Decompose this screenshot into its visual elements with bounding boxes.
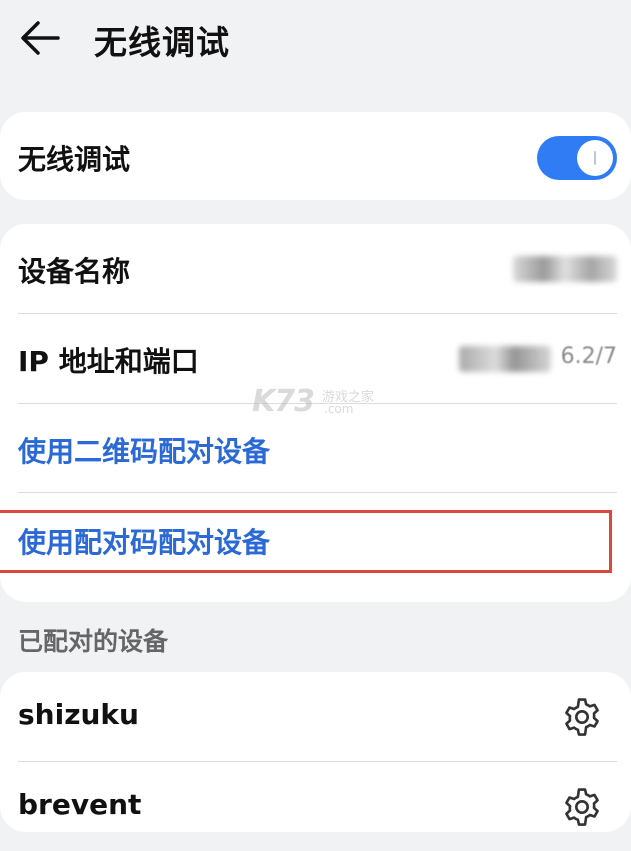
ip-port-row[interactable]: IP 地址和端口 6.2/7 <box>18 314 617 403</box>
pair-with-qr-link[interactable]: 使用二维码配对设备 <box>18 430 270 470</box>
gear-icon[interactable] <box>561 696 603 738</box>
arrow-left-icon <box>21 21 60 55</box>
device-name-row[interactable]: 设备名称 <box>18 224 617 313</box>
ip-value-redacted <box>459 346 551 372</box>
ip-value-suffix: 6.2/7 <box>560 344 617 369</box>
highlight-box <box>0 510 612 573</box>
pair-with-qr-row[interactable]: 使用二维码配对设备 <box>18 404 617 492</box>
gear-icon[interactable] <box>561 786 603 828</box>
app-header: 无线调试 <box>0 0 631 80</box>
paired-devices-heading: 已配对的设备 <box>18 627 169 656</box>
watermark-brand: K73 <box>252 384 315 419</box>
paired-device-row[interactable]: brevent <box>18 762 617 851</box>
page-title: 无线调试 <box>94 23 230 62</box>
watermark-domain: .com <box>324 402 354 416</box>
paired-devices-card: shizuku brevent <box>0 672 631 832</box>
ip-port-label: IP 地址和端口 <box>18 345 199 378</box>
paired-device-row[interactable]: shizuku <box>18 672 617 761</box>
wireless-debug-toggle-card: 无线调试 <box>0 112 631 200</box>
wireless-debug-label: 无线调试 <box>18 143 131 176</box>
switch-knob <box>577 140 613 176</box>
watermark: K73 游戏之家 .com <box>252 384 374 419</box>
device-name-value-redacted <box>513 256 617 282</box>
device-name-label: 设备名称 <box>18 255 131 288</box>
paired-device-name: shizuku <box>18 698 139 731</box>
wireless-debug-switch[interactable] <box>537 136 617 180</box>
back-button[interactable] <box>16 18 64 58</box>
